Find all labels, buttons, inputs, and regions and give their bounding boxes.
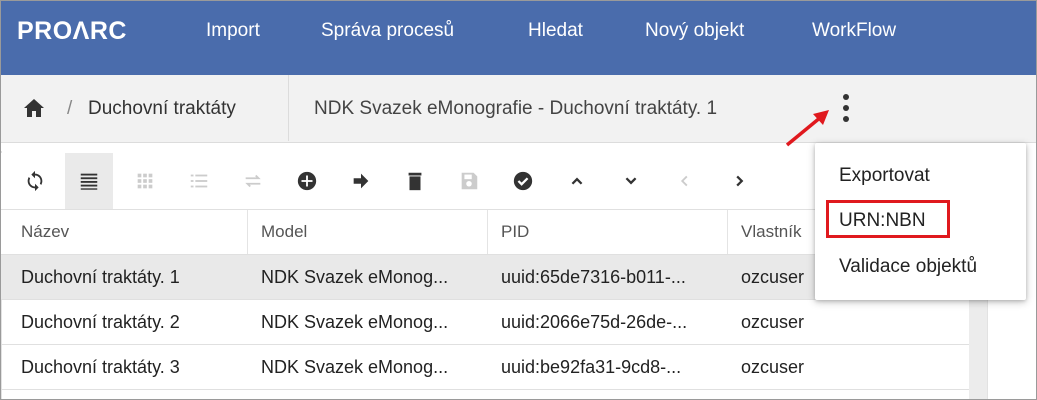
- column-divider[interactable]: [727, 210, 728, 254]
- grid-view-button[interactable]: [121, 153, 169, 209]
- numbered-list-button[interactable]: [175, 153, 223, 209]
- home-icon[interactable]: [23, 98, 45, 118]
- check-circle-icon: [513, 171, 533, 191]
- breadcrumb: / Duchovní traktáty NDK Svazek eMonograf…: [1, 75, 1036, 143]
- add-button[interactable]: [283, 153, 331, 209]
- cell-pid: uuid:65de7316-b011-...: [501, 267, 686, 287]
- cell-name: Duchovní traktáty. 2: [21, 312, 180, 332]
- column-header-model[interactable]: Model: [261, 222, 307, 242]
- menu-item-validate-objects[interactable]: Validace objektů: [839, 256, 977, 278]
- move-down-button[interactable]: [607, 153, 655, 209]
- nav-process-management[interactable]: Správa procesů: [321, 20, 454, 42]
- breadcrumb-divider: [288, 75, 289, 141]
- cell-model: NDK Svazek eMonog...: [261, 267, 449, 287]
- breadcrumb-separator: /: [67, 98, 73, 119]
- nav-workflow[interactable]: WorkFlow: [812, 20, 896, 42]
- chevron-left-icon: [680, 175, 688, 187]
- cell-model: NDK Svazek eMonog...: [261, 312, 449, 332]
- cell-owner: ozcuser: [741, 312, 805, 332]
- cell-name: Duchovní traktáty. 3: [21, 357, 180, 377]
- delete-button[interactable]: [391, 153, 439, 209]
- grid-view-icon: [137, 173, 153, 189]
- more-options-icon[interactable]: [839, 93, 853, 125]
- breadcrumb-current: NDK Svazek eMonografie - Duchovní traktá…: [314, 98, 718, 119]
- save-icon: [461, 172, 478, 190]
- app-logo[interactable]: PROΛRC: [17, 17, 127, 46]
- cell-owner: ozcuser: [741, 357, 805, 377]
- annotation-arrow: [785, 110, 829, 147]
- table-row[interactable]: Duchovní traktáty. 2 NDK Svazek eMonog..…: [1, 300, 969, 345]
- app-bar: PROΛRC Import Správa procesů Hledat Nový…: [1, 1, 1036, 75]
- cell-name: Duchovní traktáty. 1: [21, 267, 180, 287]
- list-view-button[interactable]: [65, 153, 113, 209]
- delete-icon: [408, 172, 422, 191]
- add-icon: [297, 171, 317, 191]
- swap-icon: [245, 174, 261, 188]
- chevron-down-icon: [625, 177, 637, 185]
- chevron-right-icon: [736, 175, 744, 187]
- validate-button[interactable]: [499, 153, 547, 209]
- nav-search[interactable]: Hledat: [528, 20, 583, 42]
- move-button[interactable]: [337, 153, 385, 209]
- column-header-name[interactable]: Název: [21, 222, 69, 242]
- forward-arrow-icon: [353, 173, 369, 189]
- refresh-button[interactable]: [11, 153, 59, 209]
- numbered-list-icon: [190, 174, 208, 188]
- chevron-up-icon: [571, 177, 583, 185]
- breadcrumb-parent[interactable]: Duchovní traktáty: [88, 98, 236, 120]
- column-divider[interactable]: [247, 210, 248, 254]
- cell-owner: ozcuser: [741, 267, 805, 287]
- cell-pid: uuid:2066e75d-26de-...: [501, 312, 688, 332]
- previous-button[interactable]: [661, 153, 709, 209]
- highlight-box: [826, 200, 950, 238]
- app-window: PROΛRC Import Správa procesů Hledat Nový…: [0, 0, 1037, 400]
- table-row[interactable]: Duchovní traktáty. 3 NDK Svazek eMonog..…: [1, 345, 969, 390]
- save-button[interactable]: [445, 153, 493, 209]
- move-up-button[interactable]: [553, 153, 601, 209]
- nav-new-object[interactable]: Nový objekt: [645, 20, 744, 42]
- column-header-owner[interactable]: Vlastník: [741, 222, 801, 242]
- menu-item-export[interactable]: Exportovat: [839, 165, 930, 187]
- nav-import[interactable]: Import: [206, 20, 260, 42]
- next-button[interactable]: [715, 153, 763, 209]
- refresh-icon: [27, 170, 43, 192]
- cell-pid: uuid:be92fa31-9cd8-...: [501, 357, 682, 377]
- swap-button[interactable]: [229, 153, 277, 209]
- list-view-icon: [80, 173, 98, 190]
- column-header-pid[interactable]: PID: [501, 222, 529, 242]
- cell-model: NDK Svazek eMonog...: [261, 357, 449, 377]
- column-divider[interactable]: [487, 210, 488, 254]
